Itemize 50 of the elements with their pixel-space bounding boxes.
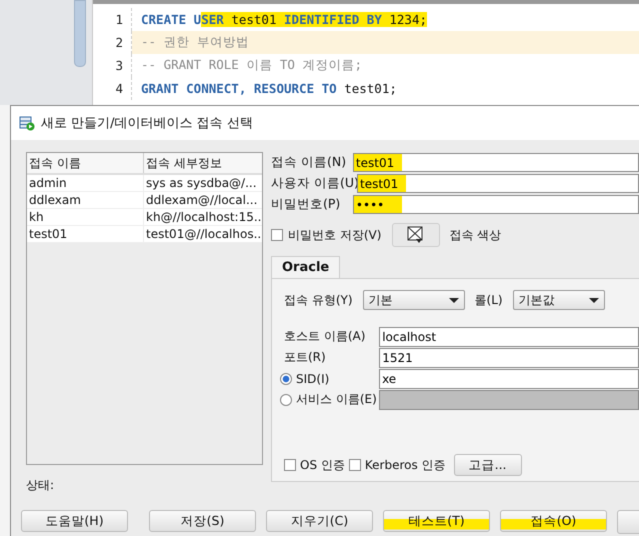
line-number: 4 (93, 77, 132, 100)
radio-button[interactable] (280, 394, 292, 406)
code-line: -- GRANT ROLE 이름 TO 계정이름; (140, 57, 362, 74)
column-header[interactable]: 접속 세부정보 (144, 153, 262, 173)
checkbox-label: OS 인증 (300, 456, 345, 474)
radio-label: SID(I) (296, 372, 330, 386)
status-label: 상태: (26, 477, 56, 494)
radio-button[interactable] (280, 372, 292, 384)
input-field[interactable]: localhost (379, 326, 639, 346)
code-line: CREATE USER test01 IDENTIFIED BY 1234; (140, 12, 428, 27)
input-field[interactable]: test01 (357, 174, 639, 193)
database-icon (19, 115, 35, 131)
combo-box[interactable]: 기본값 (512, 290, 605, 310)
field-label: 호스트 이름(A) (284, 328, 366, 345)
input-field[interactable]: 1521 (379, 348, 639, 368)
dialog-button[interactable]: 저장(S) (149, 510, 256, 532)
color-label: 접속 색상 (449, 226, 502, 244)
column-header[interactable]: 접속 이름 (27, 153, 144, 173)
connection-row[interactable]: admin sys as sysdba@/... (27, 175, 262, 192)
field-label: 사용자 이름(U) (271, 175, 357, 192)
code-line: GRANT CONNECT, RESOURCE TO test01; (140, 81, 397, 96)
field-label: 비밀번호(P) (271, 196, 342, 213)
checkbox-label: Kerberos 인증 (364, 456, 446, 474)
field-label: 포트(R) (284, 349, 327, 366)
combo-box[interactable]: 기본 (362, 290, 465, 310)
field-label: 접속 이름(N) (271, 154, 348, 171)
connection-row[interactable]: ddlexam ddlexam@//local... (27, 192, 262, 209)
tab[interactable]: Oracle (271, 256, 340, 278)
connection-row[interactable]: test01 test01@//localhos... (27, 226, 262, 243)
field-label: 롤(L) (474, 292, 503, 308)
dialog-button[interactable]: 지우기(C) (266, 510, 373, 532)
scrollbar[interactable] (74, 0, 86, 67)
checkbox[interactable] (348, 459, 361, 471)
advanced-button[interactable]: 고급... (454, 454, 522, 476)
field-label: 접속 유형(Y) (284, 292, 353, 308)
code-editor[interactable]: 1 CREATE USER test01 IDENTIFIED BY 1234; 2 -- 권한 부여방법 3 -- GRANT ROLE 이름 TO 계정이름; 4 GRANT CONNECT, RESOURCE TO test01; (93, 0, 639, 105)
line-number: 3 (93, 54, 132, 77)
input-field[interactable]: •••• (352, 195, 639, 214)
color-picker-button[interactable] (392, 223, 440, 247)
dialog-title: 새로 만들기/데이터베이스 접속 선택 (41, 115, 253, 132)
radio-label: 서비스 이름(E) (296, 391, 377, 408)
checkbox[interactable] (271, 229, 283, 241)
dialog-button[interactable]: 도움말(H) (21, 510, 128, 532)
checkbox-label: 비밀번호 저장(V) (288, 226, 382, 244)
input-field[interactable] (379, 390, 639, 410)
input-field[interactable]: test01 (352, 153, 639, 172)
connection-row[interactable]: kh kh@//localhost:15... (27, 209, 262, 226)
checkbox[interactable] (284, 459, 296, 471)
input-field[interactable]: xe (379, 368, 639, 388)
line-number: 1 (93, 8, 132, 31)
